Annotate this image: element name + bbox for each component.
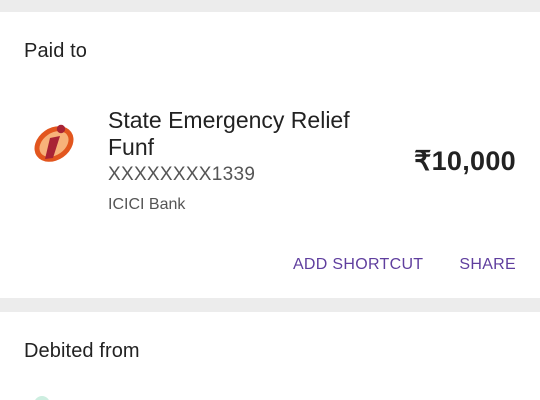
payee-bank-name: ICICI Bank bbox=[108, 196, 186, 213]
debit-account-icon bbox=[34, 396, 50, 400]
paid-to-heading: Paid to bbox=[24, 40, 87, 62]
payee-account-number: XXXXXXXX1339 bbox=[108, 164, 256, 185]
icici-bank-logo-icon bbox=[34, 124, 74, 162]
action-bar: ADD SHORTCUT SHARE bbox=[293, 256, 516, 274]
paid-to-card: Paid to State Emergency Relief Funf XXXX… bbox=[0, 12, 540, 298]
paid-amount: ₹10,000 bbox=[414, 146, 516, 176]
debited-from-heading: Debited from bbox=[24, 340, 140, 362]
add-shortcut-button[interactable]: ADD SHORTCUT bbox=[293, 256, 423, 274]
payee-name: State Emergency Relief Funf bbox=[108, 107, 350, 160]
transaction-details-page: Paid to State Emergency Relief Funf XXXX… bbox=[0, 0, 540, 400]
debited-from-card: Debited from bbox=[0, 312, 540, 400]
payee-details: State Emergency Relief Funf XXXXXXXX1339… bbox=[108, 107, 388, 215]
share-button[interactable]: SHARE bbox=[459, 256, 516, 274]
